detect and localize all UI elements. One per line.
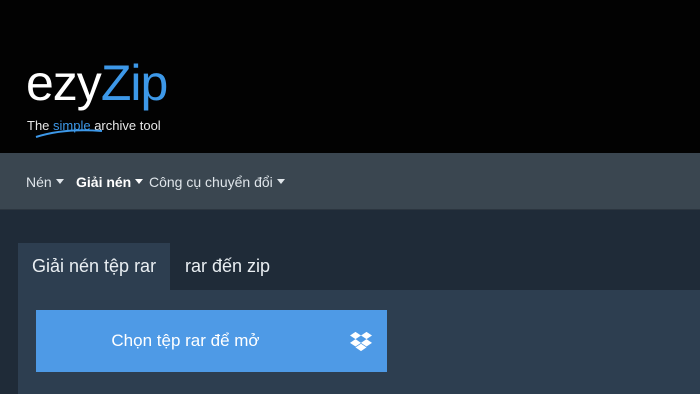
logo-suffix: Zip	[100, 55, 168, 111]
main-navbar: Nén Giải nén Công cụ chuyển đổi	[0, 153, 700, 210]
site-header: ezyZip The simple archive tool	[0, 0, 700, 153]
tagline-swoosh	[35, 129, 103, 138]
dropbox-icon[interactable]	[350, 330, 372, 352]
logo-wordmark: ezyZip	[26, 55, 168, 111]
tab-rar-to-zip[interactable]: rar đến zip	[185, 243, 270, 290]
choose-file-button[interactable]: Chọn tệp rar để mở	[36, 310, 387, 372]
caret-down-icon	[135, 179, 144, 184]
nav-item-extract[interactable]: Giải nén	[76, 173, 144, 191]
nav-item-label: Nén	[26, 174, 52, 190]
nav-item-compress[interactable]: Nén	[26, 173, 64, 191]
ezyzip-logo[interactable]: ezyZip The simple archive tool	[26, 58, 176, 138]
nav-item-label: Công cụ chuyển đổi	[149, 174, 273, 190]
choose-file-label: Chọn tệp rar để mở	[111, 331, 260, 350]
nav-item-label: Giải nén	[76, 174, 132, 190]
nav-item-converters[interactable]: Công cụ chuyển đổi	[149, 173, 285, 191]
caret-down-icon	[276, 179, 285, 184]
logo-prefix: ezy	[26, 55, 102, 111]
caret-down-icon	[55, 179, 64, 184]
tab-extract-rar[interactable]: Giải nén tệp rar	[18, 243, 170, 290]
